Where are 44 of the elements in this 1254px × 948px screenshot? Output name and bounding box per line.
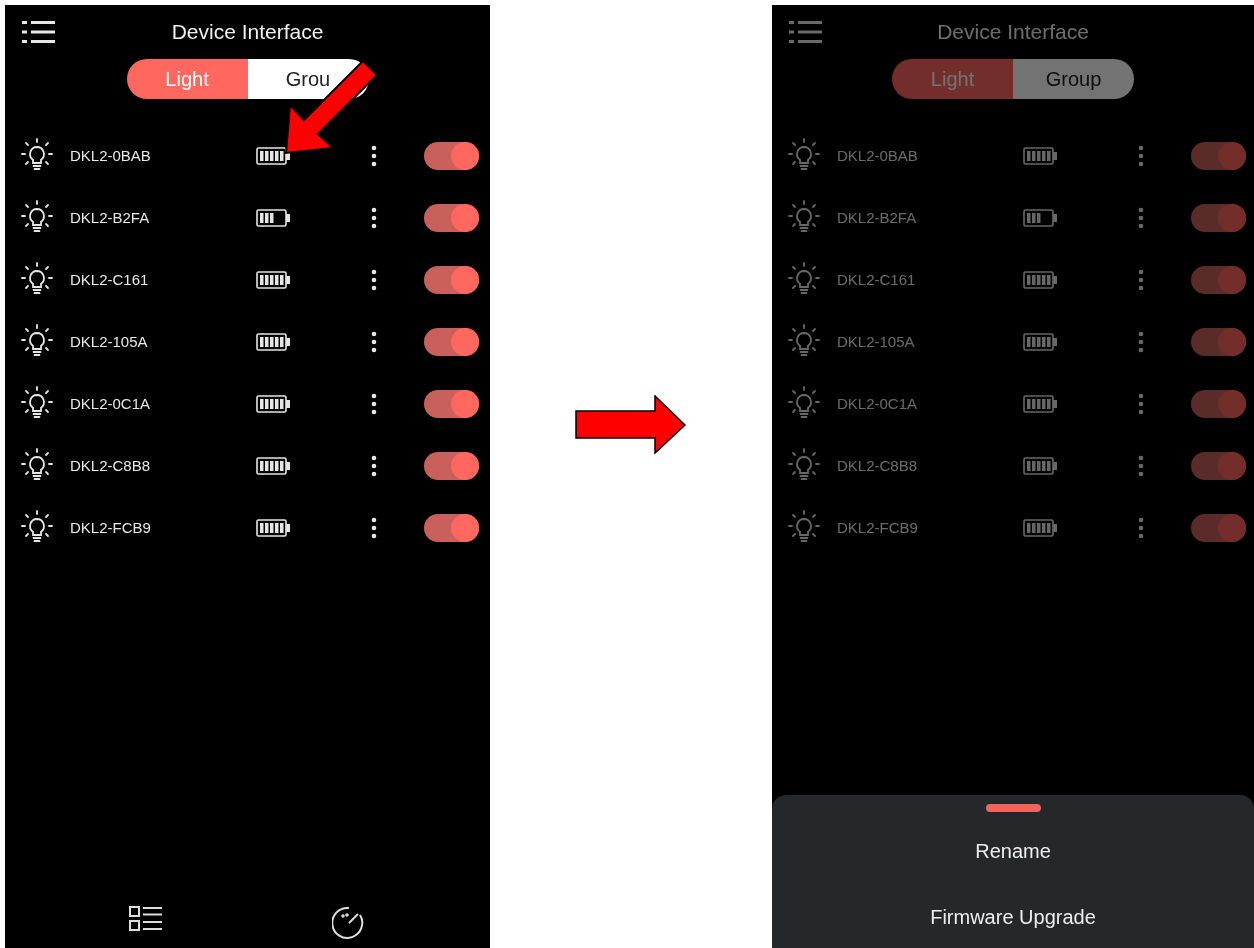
device-name: DKL2-FCB9 [70, 517, 152, 538]
device-name: DKL2-0C1A [837, 393, 919, 414]
toggle-switch[interactable] [1191, 142, 1246, 170]
sheet-option[interactable]: Firmware Upgrade [930, 904, 1096, 930]
device-name: DKL2-B2FA [837, 207, 918, 228]
toggle-switch[interactable] [424, 266, 479, 294]
timer-icon[interactable] [331, 906, 366, 940]
list-view-icon[interactable] [129, 906, 164, 932]
toggle-switch[interactable] [1191, 266, 1246, 294]
sheet-option[interactable]: Rename [975, 838, 1051, 864]
more-options-icon[interactable] [371, 393, 377, 415]
device-name: DKL2-105A [837, 331, 916, 352]
toggle-switch[interactable] [1191, 514, 1246, 542]
more-options-icon[interactable] [371, 517, 377, 539]
screen-title: Device Interface [171, 19, 324, 46]
device-name: DKL2-C161 [70, 269, 150, 290]
device-name: DKL2-FCB9 [837, 517, 919, 538]
device-name: DKL2-B2FA [70, 207, 151, 228]
toggle-switch[interactable] [424, 328, 479, 356]
toggle-switch[interactable] [424, 204, 479, 232]
screen-title: Device Interface [937, 19, 1089, 46]
toggle-switch[interactable] [424, 514, 479, 542]
device-name: DKL2-C161 [837, 269, 917, 290]
device-name: DKL2-105A [70, 331, 149, 352]
toggle-switch[interactable] [1191, 328, 1246, 356]
device-name: DKL2-C8B8 [837, 455, 919, 476]
menu-icon[interactable] [22, 20, 55, 44]
toggle-switch[interactable] [424, 142, 479, 170]
more-options-icon[interactable] [371, 145, 377, 167]
toggle-switch[interactable] [424, 452, 479, 480]
device-name: DKL2-0C1A [70, 393, 152, 414]
more-options-icon[interactable] [371, 455, 377, 477]
device-name: DKL2-0BAB [837, 145, 919, 166]
device-name: DKL2-C8B8 [70, 455, 152, 476]
toggle-switch[interactable] [1191, 390, 1246, 418]
more-options-icon[interactable] [371, 331, 377, 353]
device-name: DKL2-0BAB [70, 145, 152, 166]
more-options-icon[interactable] [371, 269, 377, 291]
toggle-switch[interactable] [424, 390, 479, 418]
more-options-icon[interactable] [371, 207, 377, 229]
tab[interactable]: Group [1013, 59, 1134, 99]
toggle-switch[interactable] [1191, 204, 1246, 232]
sheet-handle[interactable] [985, 804, 1041, 812]
toggle-switch[interactable] [1191, 452, 1246, 480]
